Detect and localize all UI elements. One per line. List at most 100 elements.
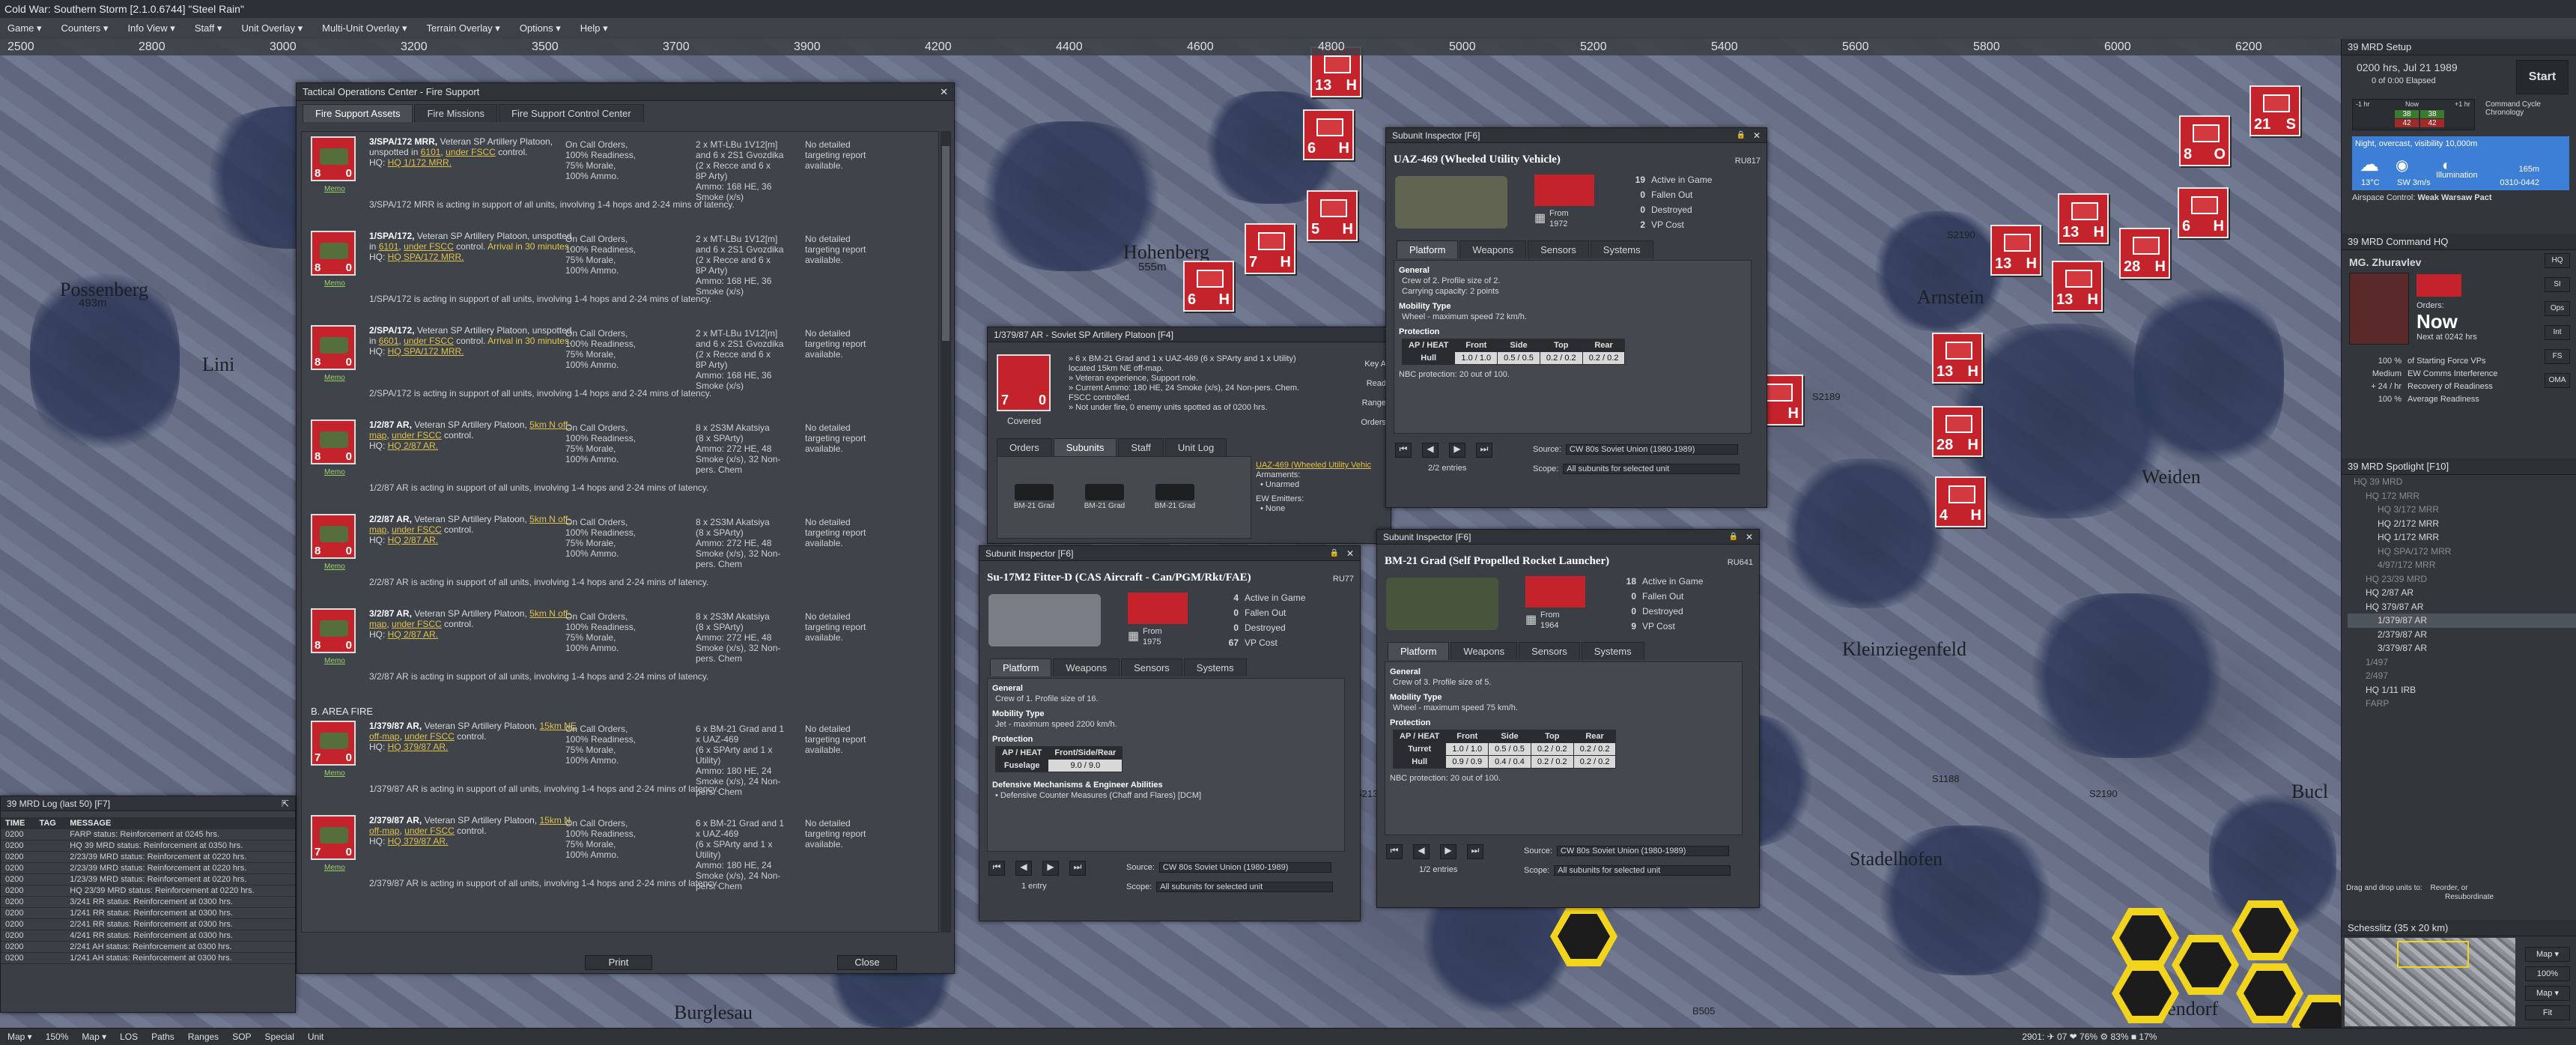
unit-counter[interactable]: 13 H: [2052, 261, 2103, 312]
unit-counter[interactable]: 6H: [2178, 187, 2229, 238]
hex-link[interactable]: 6601: [379, 336, 399, 346]
tab-systems[interactable]: Systems: [1590, 240, 1653, 258]
fscc-link[interactable]: under FSCC: [392, 524, 442, 535]
memo-link[interactable]: Memo: [324, 656, 345, 667]
map-hex-marker[interactable]: [2112, 908, 2179, 968]
oob-item[interactable]: HQ 39 MRD: [2348, 475, 2576, 489]
oob-item[interactable]: 1/379/87 AR: [2348, 614, 2576, 628]
log-row[interactable]: 0200 1/23/39 MRD status: Reinforcement at…: [1, 873, 295, 885]
unit-counter[interactable]: 6H: [1183, 261, 1234, 312]
source-select[interactable]: CW 80s Soviet Union (1980-1989): [1158, 862, 1331, 873]
status-item[interactable]: Map ▾: [7, 1032, 32, 1042]
log-row[interactable]: 0200 2/241 RR status: Reinforcement at 03…: [1, 918, 295, 930]
status-item[interactable]: Unit: [308, 1032, 323, 1042]
close-icon[interactable]: ✕: [1746, 530, 1753, 545]
oob-item[interactable]: HQ 379/87 AR: [2348, 600, 2576, 614]
next-icon[interactable]: ▶: [1440, 844, 1456, 859]
hq-link[interactable]: HQ 1/172 MRR.: [388, 157, 452, 168]
asset-counter-icon[interactable]: 80: [311, 325, 356, 370]
command-side-button[interactable]: SI: [2545, 277, 2570, 292]
menu-item[interactable]: Options ▾: [520, 22, 561, 34]
close-icon[interactable]: ✕: [1753, 128, 1761, 143]
log-row[interactable]: 0200 3/241 RR status: Reinforcement at 03…: [1, 896, 295, 908]
unit-counter[interactable]: 21 S: [2250, 85, 2300, 136]
scope-select[interactable]: All subunits for selected unit: [1563, 464, 1740, 474]
hq-link[interactable]: HQ 2/87 AR.: [388, 440, 438, 451]
status-item[interactable]: Map ▾: [82, 1032, 106, 1042]
menu-item[interactable]: Game ▾: [7, 22, 42, 34]
oob-item[interactable]: HQ 1/172 MRR: [2348, 530, 2576, 545]
command-side-button[interactable]: FS: [2545, 349, 2570, 364]
command-side-button[interactable]: Int: [2545, 325, 2570, 340]
oob-item[interactable]: HQ 3/172 MRR: [2348, 503, 2576, 517]
memo-link[interactable]: Memo: [324, 467, 345, 478]
menu-item[interactable]: Staff ▾: [195, 22, 222, 34]
fire-support-asset[interactable]: 7 0 Memo 1/379/87 AR, Veteran SP Artillery …: [311, 721, 880, 814]
unit-counter[interactable]: 5H: [1307, 190, 1358, 241]
menu-item[interactable]: Unit Overlay ▾: [241, 22, 303, 34]
fscc-link[interactable]: under FSCC: [404, 731, 455, 742]
asset-counter-icon[interactable]: 80: [311, 231, 356, 276]
prev-icon[interactable]: ◀: [1422, 443, 1439, 458]
log-header[interactable]: TIME: [1, 817, 35, 829]
memo-link[interactable]: Memo: [324, 279, 345, 289]
minimap-button[interactable]: Map ▾: [2525, 947, 2570, 962]
menu-item[interactable]: Multi-Unit Overlay ▾: [322, 22, 407, 34]
tab-systems[interactable]: Systems: [1581, 642, 1644, 660]
hq-link[interactable]: HQ 379/87 AR.: [388, 836, 449, 846]
tab-sensors[interactable]: Sensors: [1528, 240, 1589, 258]
oob-item[interactable]: 1/497: [2348, 655, 2576, 670]
lock-icon[interactable]: 🔒: [1737, 128, 1746, 143]
tab-sensors[interactable]: Sensors: [1519, 642, 1580, 660]
prev-icon[interactable]: ◀: [1015, 861, 1032, 876]
log-row[interactable]: 0200 2/23/39 MRD status: Reinforcement at…: [1, 862, 295, 874]
unit-counter[interactable]: 28 H: [1932, 406, 1983, 457]
status-item[interactable]: 150%: [46, 1032, 69, 1042]
fire-support-asset[interactable]: 8 0 Memo 1/2/87 AR, Veteran SP Artillery Pl…: [311, 419, 880, 512]
last-icon[interactable]: ⏭: [1476, 443, 1492, 458]
fire-support-asset[interactable]: 8 0 Memo 3/2/87 AR, Veteran SP Artillery Pl…: [311, 608, 880, 701]
memo-link[interactable]: Memo: [324, 562, 345, 572]
chronology-bar[interactable]: -1 hr Now +1 hr 38 38 42 42: [2352, 99, 2475, 130]
first-icon[interactable]: ⏮: [1395, 443, 1412, 458]
oob-item[interactable]: HQ 172 MRR: [2348, 489, 2576, 503]
oob-item[interactable]: HQ SPA/172 MRR: [2348, 545, 2576, 559]
command-side-button[interactable]: Ops: [2545, 301, 2570, 316]
minimap-button[interactable]: Fit: [2525, 1005, 2570, 1020]
log-header[interactable]: MESSAGE: [65, 817, 295, 829]
fire-support-asset[interactable]: 8 0 Memo 1/SPA/172, Veteran SP Artillery Pl…: [311, 231, 880, 324]
log-row[interactable]: 0200 FARP status: Reinforcement at 0245 h…: [1, 829, 295, 840]
memo-link[interactable]: Memo: [324, 863, 345, 873]
fscc-link[interactable]: under FSCC: [404, 826, 455, 836]
hex-link[interactable]: 6101: [379, 241, 399, 252]
fire-support-asset[interactable]: 8 0 Memo 2/SPA/172, Veteran SP Artillery Pl…: [311, 325, 880, 418]
hq-link[interactable]: HQ 2/87 AR.: [388, 535, 438, 545]
unit-counter[interactable]: 13 H: [1990, 225, 2041, 276]
oob-item[interactable]: HQ 2/172 MRR: [2348, 517, 2576, 531]
memo-link[interactable]: Memo: [324, 373, 345, 384]
asset-counter-icon[interactable]: 80: [311, 514, 356, 559]
status-item[interactable]: Paths: [151, 1032, 174, 1042]
memo-link[interactable]: Memo: [324, 769, 345, 779]
unit-counter[interactable]: 4H: [1935, 476, 1986, 527]
tab-weapons[interactable]: Weapons: [1459, 240, 1527, 258]
status-item[interactable]: LOS: [120, 1032, 138, 1042]
next-icon[interactable]: ▶: [1449, 443, 1465, 458]
tab-platform[interactable]: Platform: [1397, 240, 1459, 258]
oob-item[interactable]: 2/497: [2348, 669, 2576, 683]
tab-sensors[interactable]: Sensors: [1121, 658, 1182, 676]
hq-link[interactable]: HQ SPA/172 MRR.: [388, 252, 464, 262]
start-button[interactable]: Start: [2516, 60, 2569, 94]
hq-link[interactable]: HQ SPA/172 MRR.: [388, 346, 464, 357]
asset-counter-icon[interactable]: 80: [311, 608, 356, 653]
menu-item[interactable]: Info View ▾: [127, 22, 174, 34]
close-button[interactable]: Close: [837, 955, 897, 970]
oob-item[interactable]: HQ 1/11 IRB: [2348, 683, 2576, 697]
fscc-link[interactable]: under FSCC: [392, 430, 442, 440]
oob-item[interactable]: HQ 23/39 MRD: [2348, 572, 2576, 587]
minimap-button[interactable]: 100%: [2525, 966, 2570, 981]
unit-counter[interactable]: 6H: [1303, 109, 1354, 160]
unit-counter[interactable]: 28 H: [2119, 228, 2170, 279]
tab-staff[interactable]: Staff: [1118, 438, 1164, 456]
menu-item[interactable]: Counters ▾: [61, 22, 109, 34]
